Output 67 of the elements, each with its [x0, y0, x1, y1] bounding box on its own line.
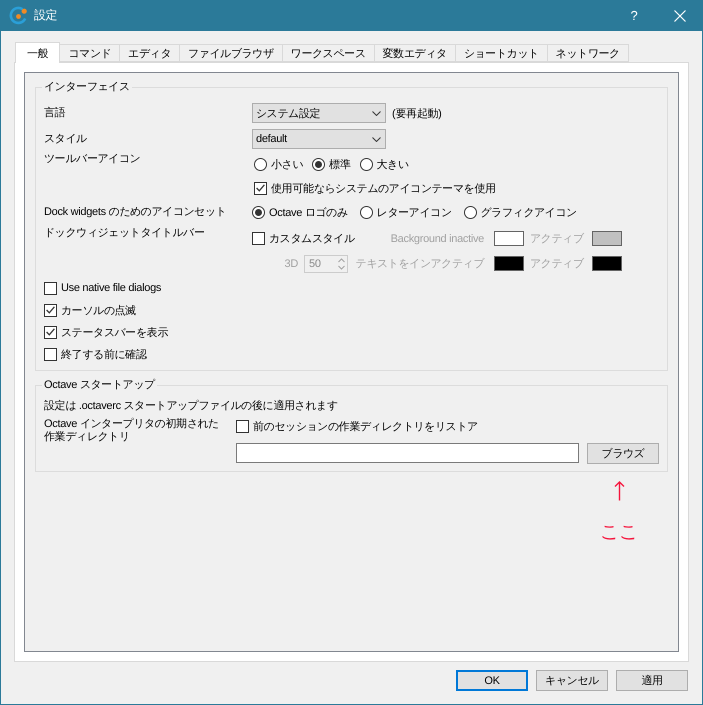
directory-input[interactable] [236, 443, 579, 463]
checkbox-label: カーソルの点滅 [61, 304, 136, 318]
chevron-down-icon [372, 110, 381, 116]
radio-button[interactable] [254, 158, 267, 170]
checkmark-icon [256, 184, 265, 192]
chevron-down-icon [372, 136, 381, 142]
checkbox[interactable] [44, 326, 57, 338]
dialog-button[interactable]: 適用 [616, 670, 688, 691]
close-icon [674, 10, 686, 22]
checkbox[interactable] [44, 304, 57, 316]
radio-label: レターアイコン [376, 206, 452, 220]
dropdown[interactable]: default [252, 129, 386, 149]
radio-label: Octave ロゴのみ [269, 206, 348, 220]
checkbox-label: ステータスバーを表示 [61, 326, 168, 340]
field-label: 言語 [44, 106, 66, 120]
tab[interactable]: ファイルブラウザ [179, 44, 283, 62]
app-logo-icon [9, 6, 28, 25]
note-text: (要再起動) [392, 106, 442, 120]
checkbox[interactable] [44, 282, 57, 294]
field-label: スタイル [44, 132, 87, 146]
radio-label: グラフィクアイコン [480, 206, 577, 220]
tab[interactable]: ショートカット [454, 44, 548, 62]
tab[interactable]: エディタ [119, 44, 180, 62]
radio-button[interactable] [464, 206, 477, 218]
color-label: Background inactive [390, 232, 484, 244]
browse-button[interactable]: ブラウズ [587, 443, 659, 464]
radio-label: 標準 [329, 158, 351, 172]
color-label: テキストをインアクティブ [356, 256, 484, 271]
tab[interactable]: 変数エディタ [374, 44, 456, 62]
group-title: Octave スタートアップ [43, 378, 156, 392]
checkbox-label: 終了する前に確認 [61, 348, 147, 362]
field-label: ツールバーアイコン [44, 152, 140, 166]
dropdown[interactable]: システム設定 [252, 103, 386, 123]
checkbox-label: カスタムスタイル [269, 232, 355, 246]
checkbox-label: Use native file dialogs [61, 282, 162, 294]
checkmark-icon [46, 306, 55, 314]
tab[interactable]: ワークスペース [282, 44, 375, 62]
radio-label: 大きい [376, 158, 409, 172]
checkbox[interactable] [236, 420, 249, 432]
checkbox-label: 前のセッションの作業ディレクトリをリストア [253, 420, 478, 434]
radio-button[interactable] [312, 158, 326, 170]
annotation-text: ここ [600, 523, 638, 543]
color-label: アクティブ [530, 256, 584, 271]
radio-button[interactable] [360, 206, 373, 218]
spin-arrows-icon [337, 256, 346, 270]
tab[interactable]: コマンド [59, 44, 120, 62]
field-label: Dock widgets のためのアイコンセット [44, 205, 226, 219]
field-label: ドックウィジェットタイトルバー [44, 226, 205, 240]
window-title: 設定 [34, 7, 58, 24]
checkbox[interactable] [44, 348, 57, 360]
field-label: Octave インタープリタの初期された作業ディレクトリ [44, 418, 220, 444]
checkbox[interactable] [254, 182, 267, 194]
tab[interactable]: 一般 [15, 42, 60, 63]
radio-button[interactable] [252, 206, 265, 218]
radio-button[interactable] [360, 158, 373, 170]
tab[interactable]: ネットワーク [546, 44, 629, 62]
help-button[interactable]: ? [611, 0, 657, 31]
info-text: 設定は .octaverc スタートアップファイルの後に適用されます [44, 398, 339, 414]
group-title: インターフェイス [43, 80, 131, 94]
dialog-button[interactable]: キャンセル [536, 670, 608, 691]
radio-label: 小さい [271, 158, 304, 172]
color-label: アクティブ [530, 232, 584, 246]
dialog-button[interactable]: OK [456, 670, 528, 691]
checkbox-label: 使用可能ならシステムのアイコンテーマを使用 [271, 182, 496, 196]
up-arrow-icon [614, 481, 624, 501]
depth-label: 3D [284, 258, 298, 270]
checkmark-icon [46, 328, 55, 336]
